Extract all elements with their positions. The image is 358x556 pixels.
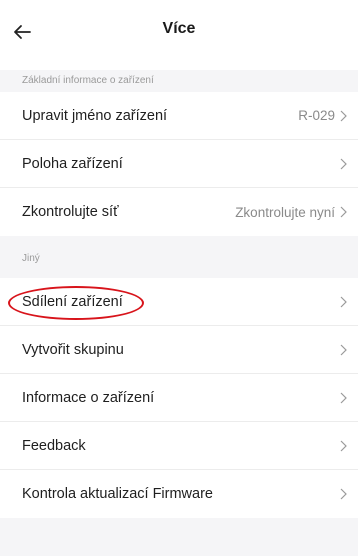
- row-firmware-update[interactable]: Kontrola aktualizací Firmware: [0, 470, 358, 518]
- row-label: Informace o zařízení: [22, 389, 155, 406]
- row-label: Sdílení zařízení: [22, 293, 123, 310]
- top-bar: Více: [0, 0, 358, 70]
- row-label: Zkontrolujte síť: [22, 204, 119, 220]
- settings-group-basic-info: Upravit jméno zařízení R-029 Poloha zaří…: [0, 92, 358, 236]
- row-edit-device-name[interactable]: Upravit jméno zařízení R-029: [0, 92, 358, 140]
- row-device-location[interactable]: Poloha zařízení: [0, 140, 358, 188]
- row-value-check-now: Zkontrolujte nyní: [235, 204, 335, 220]
- chevron-right-icon: [338, 343, 348, 357]
- row-label: Upravit jméno zařízení: [22, 107, 168, 124]
- page-title: Více: [162, 20, 196, 37]
- chevron-right-icon: [338, 391, 348, 405]
- row-device-info[interactable]: Informace o zařízení: [0, 374, 358, 422]
- row-label: Feedback: [22, 437, 86, 454]
- row-value-device-name: R-029: [298, 108, 335, 123]
- row-label: Kontrola aktualizací Firmware: [22, 486, 213, 502]
- row-label: Vytvořit skupinu: [22, 341, 124, 358]
- settings-group-other: Sdílení zařízení Vytvořit skupinu Inform…: [0, 278, 358, 518]
- row-create-group[interactable]: Vytvořit skupinu: [0, 326, 358, 374]
- chevron-right-icon: [338, 295, 348, 309]
- row-check-network[interactable]: Zkontrolujte síť Zkontrolujte nyní: [0, 188, 358, 236]
- section-label-basic-info: Základní informace o zařízení: [22, 75, 154, 86]
- row-label: Poloha zařízení: [22, 155, 123, 172]
- row-feedback[interactable]: Feedback: [0, 422, 358, 470]
- section-label-other: Jiný: [22, 253, 40, 264]
- chevron-right-icon: [338, 487, 348, 501]
- row-device-sharing[interactable]: Sdílení zařízení: [0, 278, 358, 326]
- chevron-right-icon: [338, 109, 348, 123]
- chevron-right-icon: [338, 439, 348, 453]
- chevron-right-icon: [338, 205, 348, 219]
- chevron-right-icon: [338, 157, 348, 171]
